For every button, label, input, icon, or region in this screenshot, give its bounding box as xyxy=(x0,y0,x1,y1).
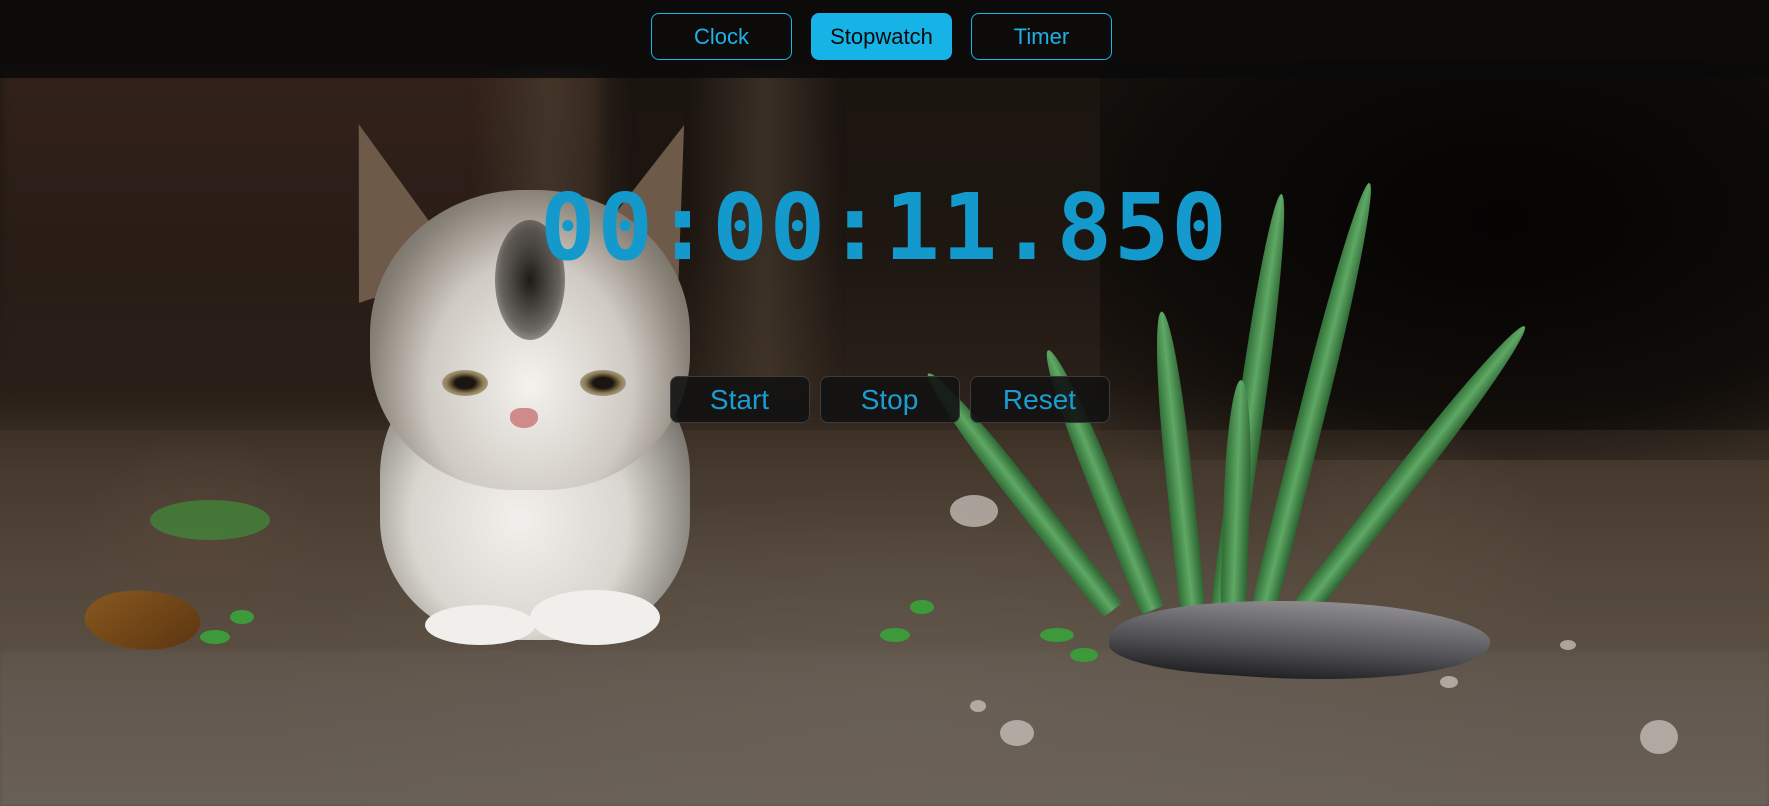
pebble xyxy=(1640,720,1678,754)
top-bar: Clock Stopwatch Timer xyxy=(0,0,1769,78)
reset-button[interactable]: Reset xyxy=(969,376,1110,423)
sprout xyxy=(880,628,910,642)
stopwatch-controls: Start Stop Reset xyxy=(0,376,1769,423)
mode-tabs: Clock Stopwatch Timer xyxy=(0,13,1769,60)
pebble xyxy=(1440,676,1458,688)
kitten-paw xyxy=(425,605,535,645)
tab-stopwatch[interactable]: Stopwatch xyxy=(811,13,952,60)
stop-button[interactable]: Stop xyxy=(819,376,960,423)
pebble xyxy=(970,700,986,712)
stopwatch-time-display: 00:00:11.850 xyxy=(540,174,1229,281)
start-button[interactable]: Start xyxy=(669,376,810,423)
kitten-paw xyxy=(530,590,660,645)
pebble xyxy=(1000,720,1034,746)
tab-clock[interactable]: Clock xyxy=(651,13,792,60)
sprout xyxy=(150,500,270,540)
pebble xyxy=(1560,640,1576,650)
sprout xyxy=(1040,628,1074,642)
sprout xyxy=(1070,648,1098,662)
sprout xyxy=(200,630,230,644)
tab-timer[interactable]: Timer xyxy=(971,13,1112,60)
background-stone xyxy=(0,650,1769,806)
grass-blade xyxy=(1148,310,1206,612)
sprout xyxy=(230,610,254,624)
